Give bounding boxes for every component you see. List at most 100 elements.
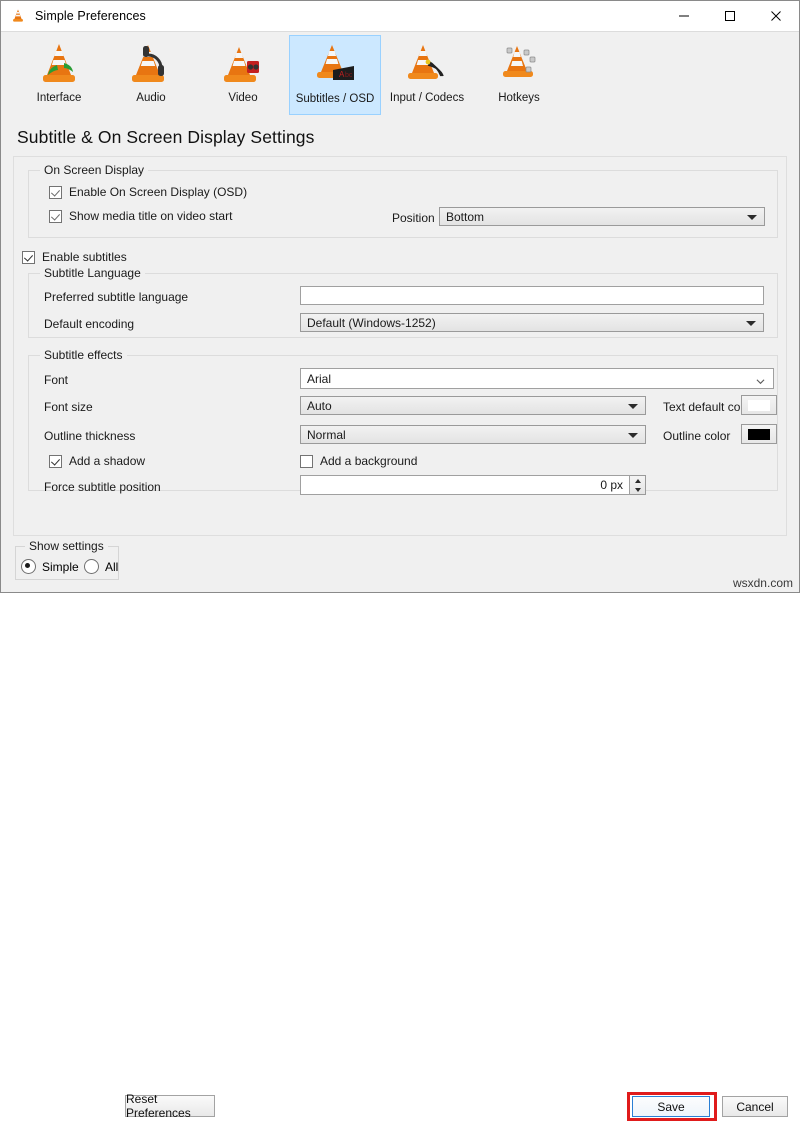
tab-hotkeys[interactable]: Hotkeys	[473, 35, 565, 115]
group-legend: Subtitle effects	[40, 348, 127, 362]
vlc-cone-icon	[10, 8, 26, 24]
text-default-color-button[interactable]	[741, 395, 777, 415]
radio-simple[interactable]: Simple	[21, 559, 79, 574]
group-legend: Show settings	[25, 539, 108, 553]
checkbox-label: Enable On Screen Display (OSD)	[69, 185, 247, 199]
checkbox-label: Enable subtitles	[42, 250, 127, 264]
font-combobox[interactable]: Arial	[300, 368, 774, 389]
preferences-tab-bar: Interface Audio	[1, 31, 799, 118]
on-screen-display-group: On Screen Display Enable On Screen Displ…	[28, 170, 778, 238]
spinner-buttons[interactable]	[630, 475, 646, 495]
color-chip	[748, 400, 770, 411]
checkbox-label: Add a background	[320, 454, 417, 468]
checkbox-box	[49, 455, 62, 468]
tab-video[interactable]: Video	[197, 35, 289, 115]
position-label: Position	[392, 211, 435, 225]
add-background-checkbox[interactable]: Add a background	[300, 454, 417, 468]
tab-interface[interactable]: Interface	[13, 35, 105, 115]
interface-icon	[33, 41, 85, 89]
audio-icon	[125, 41, 177, 89]
tab-subtitles-osd[interactable]: A bc Subtitles / OSD	[289, 35, 381, 115]
settings-scroll-area: On Screen Display Enable On Screen Displ…	[13, 156, 787, 536]
button-label: Save	[657, 1100, 684, 1114]
spinner-down-button[interactable]	[630, 485, 645, 494]
close-button[interactable]	[753, 1, 799, 31]
chevron-down-icon	[747, 215, 757, 220]
outline-thickness-label: Outline thickness	[44, 429, 135, 443]
dialog-footer: Show settings Simple All Reset Preferenc…	[1, 536, 799, 592]
font-size-value: Auto	[307, 399, 332, 413]
position-value: Bottom	[446, 210, 484, 224]
maximize-button[interactable]	[707, 1, 753, 31]
video-icon	[217, 41, 269, 89]
default-encoding-value: Default (Windows-1252)	[307, 316, 436, 330]
tab-label: Audio	[136, 91, 165, 105]
checkbox-box	[22, 251, 35, 264]
outline-color-button[interactable]	[741, 424, 777, 444]
chevron-down-icon	[628, 404, 638, 409]
chevron-down-icon	[746, 321, 756, 326]
radio-circle	[21, 559, 36, 574]
font-size-combobox[interactable]: Auto	[300, 396, 646, 415]
font-value: Arial	[307, 372, 331, 386]
add-shadow-checkbox[interactable]: Add a shadow	[49, 454, 145, 468]
outline-thickness-combobox[interactable]: Normal	[300, 425, 646, 444]
preferred-subtitle-language-input[interactable]	[300, 286, 764, 305]
tab-audio[interactable]: Audio	[105, 35, 197, 115]
window-title: Simple Preferences	[35, 9, 146, 23]
spinner-field[interactable]: 0 px	[300, 475, 630, 495]
position-combobox[interactable]: Bottom	[439, 207, 765, 226]
simple-preferences-window: Simple Preferences	[0, 0, 800, 593]
checkbox-box	[300, 455, 313, 468]
enable-subtitles-checkbox[interactable]: Enable subtitles	[22, 250, 127, 264]
spinner-up-button[interactable]	[630, 476, 645, 485]
tab-label: Hotkeys	[498, 91, 540, 105]
outline-color-label: Outline color	[663, 429, 730, 443]
save-button[interactable]: Save	[632, 1096, 710, 1117]
color-chip	[748, 429, 770, 440]
hotkeys-icon	[493, 41, 545, 89]
force-subtitle-position-value: 0 px	[600, 478, 623, 492]
caret-down-icon	[635, 488, 641, 492]
force-subtitle-position-spinner[interactable]: 0 px	[300, 475, 646, 495]
subtitle-effects-group: Subtitle effects Font Arial Font size Au…	[28, 355, 778, 491]
tab-label: Input / Codecs	[390, 91, 464, 105]
tab-label: Interface	[37, 91, 82, 105]
font-label: Font	[44, 373, 68, 387]
watermark-text: wsxdn.com	[733, 576, 793, 590]
title-bar-left: Simple Preferences	[1, 8, 146, 24]
group-legend: On Screen Display	[40, 163, 148, 177]
reset-preferences-button[interactable]: Reset Preferences	[125, 1095, 215, 1117]
group-legend: Subtitle Language	[40, 266, 145, 280]
page-title: Subtitle & On Screen Display Settings	[1, 118, 799, 156]
radio-all[interactable]: All	[84, 559, 118, 574]
show-media-title-checkbox[interactable]: Show media title on video start	[49, 209, 232, 223]
minimize-button[interactable]	[661, 1, 707, 31]
force-subtitle-position-label: Force subtitle position	[44, 480, 161, 494]
tab-label: Subtitles / OSD	[296, 92, 375, 106]
tab-input-codecs[interactable]: Input / Codecs	[381, 35, 473, 115]
outline-thickness-value: Normal	[307, 428, 346, 442]
preferred-subtitle-language-label: Preferred subtitle language	[44, 290, 188, 304]
default-encoding-label: Default encoding	[44, 317, 134, 331]
subtitle-language-group: Subtitle Language Preferred subtitle lan…	[28, 273, 778, 338]
button-label: Cancel	[736, 1100, 773, 1114]
cancel-button[interactable]: Cancel	[722, 1096, 788, 1117]
checkbox-label: Add a shadow	[69, 454, 145, 468]
radio-label: All	[105, 560, 118, 574]
show-settings-group: Show settings Simple All	[15, 546, 119, 580]
radio-label: Simple	[42, 560, 79, 574]
enable-osd-checkbox[interactable]: Enable On Screen Display (OSD)	[49, 185, 247, 199]
chevron-down-icon	[756, 375, 765, 384]
tab-label: Video	[228, 91, 257, 105]
input-codecs-icon	[401, 41, 453, 89]
window-controls	[661, 1, 799, 31]
checkbox-box	[49, 186, 62, 199]
radio-circle	[84, 559, 99, 574]
caret-up-icon	[635, 479, 641, 483]
button-label: Reset Preferences	[126, 1092, 214, 1120]
default-encoding-combobox[interactable]: Default (Windows-1252)	[300, 313, 764, 332]
subtitles-osd-icon: A bc	[309, 42, 361, 90]
title-bar: Simple Preferences	[1, 1, 799, 31]
checkbox-label: Show media title on video start	[69, 209, 232, 223]
